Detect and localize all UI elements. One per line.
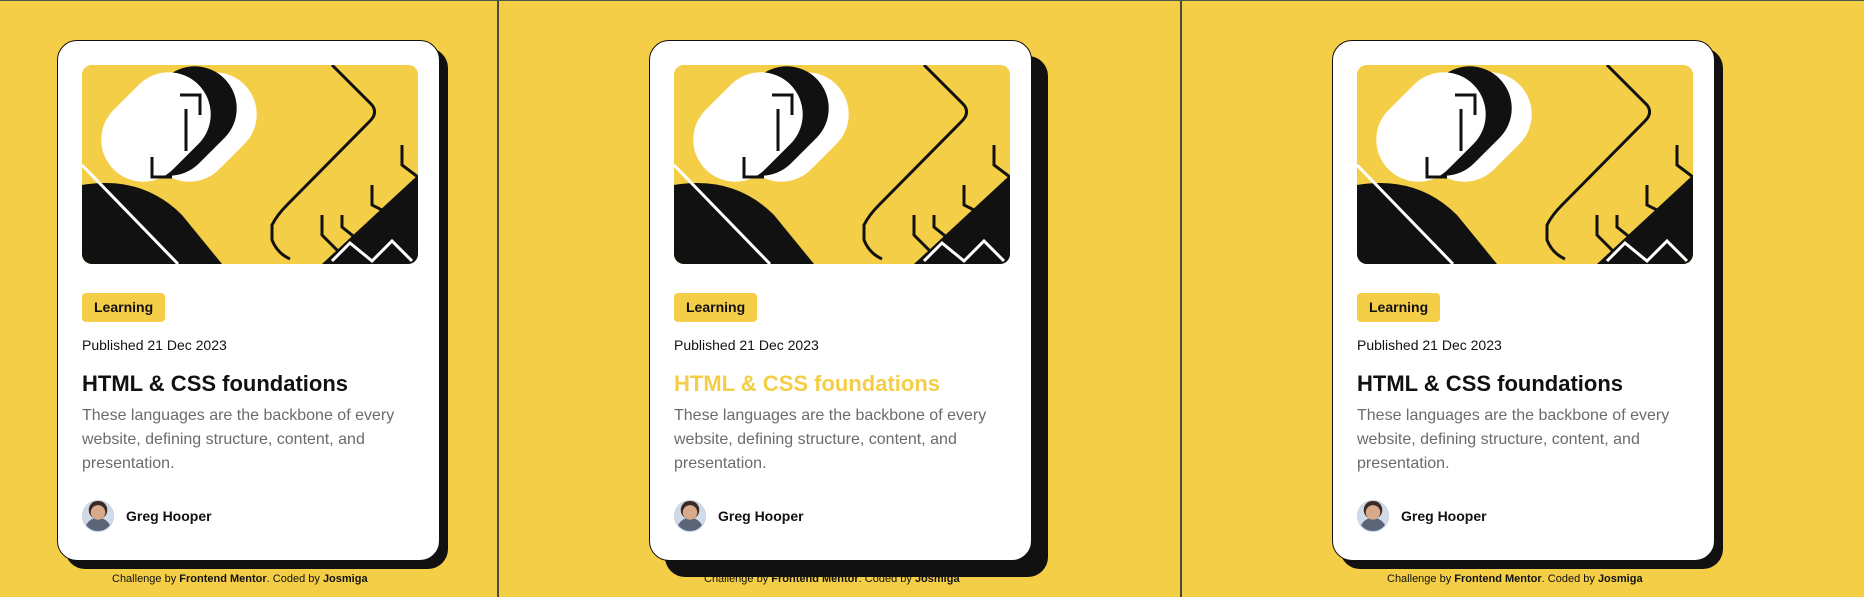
published-date: Published 21 Dec 2023 (674, 337, 819, 353)
card-description: These languages are the backbone of ever… (82, 407, 395, 472)
attribution-prefix: Challenge by (1387, 573, 1455, 585)
coder-link[interactable]: Josmiga (323, 573, 368, 585)
attribution-middle: . Coded by (266, 573, 323, 585)
card-description: These languages are the backbone of ever… (1357, 407, 1670, 472)
attribution: Challenge by Frontend Mentor. Coded by J… (704, 573, 960, 585)
preview-panel-active: Learning Published 21 Dec 2023 HTML & CS… (1181, 1, 1864, 597)
author-name: Greg Hooper (126, 508, 212, 524)
card-title[interactable]: HTML & CSS foundations (1357, 371, 1623, 397)
hero-illustration (674, 65, 1010, 264)
published-date: Published 21 Dec 2023 (82, 337, 227, 353)
attribution-middle: . Coded by (1541, 573, 1598, 585)
author-name: Greg Hooper (718, 508, 804, 524)
category-tag: Learning (674, 293, 758, 322)
attribution-middle: . Coded by (858, 573, 915, 585)
hero-illustration (1357, 65, 1693, 264)
frontend-mentor-link[interactable]: Frontend Mentor (179, 573, 266, 585)
frontend-mentor-link[interactable]: Frontend Mentor (1454, 573, 1541, 585)
blog-card[interactable]: Learning Published 21 Dec 2023 HTML & CS… (649, 40, 1032, 561)
published-date: Published 21 Dec 2023 (1357, 337, 1502, 353)
attribution-prefix: Challenge by (112, 573, 180, 585)
avatar-icon (1357, 500, 1389, 532)
author: Greg Hooper (1357, 500, 1487, 532)
category-tag: Learning (82, 293, 166, 322)
blog-card[interactable]: Learning Published 21 Dec 2023 HTML & CS… (1332, 40, 1715, 561)
attribution: Challenge by Frontend Mentor. Coded by J… (1387, 573, 1643, 585)
coder-link[interactable]: Josmiga (915, 573, 960, 585)
card-title[interactable]: HTML & CSS foundations (674, 371, 940, 397)
avatar-icon (674, 500, 706, 532)
author-name: Greg Hooper (1401, 508, 1487, 524)
author: Greg Hooper (82, 500, 212, 532)
frontend-mentor-link[interactable]: Frontend Mentor (771, 573, 858, 585)
abstract-illustration-icon (82, 65, 418, 264)
avatar-icon (82, 500, 114, 532)
coder-link[interactable]: Josmiga (1598, 573, 1643, 585)
preview-panel-hover: Learning Published 21 Dec 2023 HTML & CS… (498, 1, 1181, 597)
attribution: Challenge by Frontend Mentor. Coded by J… (112, 573, 368, 585)
preview-panel-default: Learning Published 21 Dec 2023 HTML & CS… (0, 1, 498, 597)
card-description: These languages are the backbone of ever… (674, 407, 987, 472)
hero-illustration (82, 65, 418, 264)
card-title[interactable]: HTML & CSS foundations (82, 371, 348, 397)
abstract-illustration-icon (1357, 65, 1693, 264)
abstract-illustration-icon (674, 65, 1010, 264)
author: Greg Hooper (674, 500, 804, 532)
category-tag: Learning (1357, 293, 1441, 322)
attribution-prefix: Challenge by (704, 573, 772, 585)
blog-card[interactable]: Learning Published 21 Dec 2023 HTML & CS… (57, 40, 440, 561)
